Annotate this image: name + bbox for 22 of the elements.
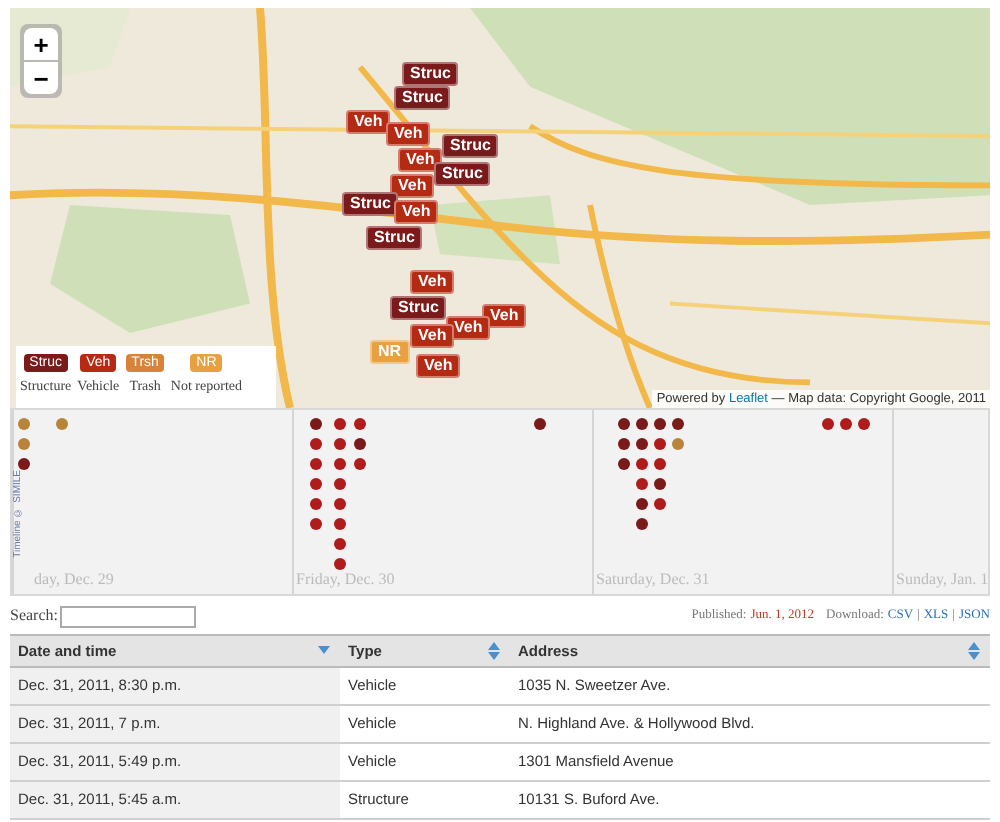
map-marker[interactable]: Veh — [482, 304, 527, 328]
map-marker[interactable]: Veh — [390, 174, 435, 198]
map-marker[interactable]: Veh — [410, 324, 455, 348]
map-marker[interactable]: Veh — [398, 148, 443, 172]
search-field[interactable] — [60, 605, 196, 627]
map-marker[interactable]: Veh — [416, 354, 461, 378]
zoom-in-button[interactable]: + — [24, 28, 58, 60]
map-marker[interactable]: Struc — [442, 134, 499, 158]
map-marker[interactable]: Struc — [366, 226, 423, 250]
map-marker[interactable]: Struc — [342, 192, 399, 216]
sort-icon[interactable] — [966, 642, 982, 660]
map-marker[interactable]: Struc — [390, 296, 447, 320]
sort-icon[interactable] — [486, 642, 502, 660]
map-marker[interactable]: Struc — [434, 162, 491, 186]
map-marker[interactable]: Struc — [402, 62, 459, 86]
map-marker[interactable]: Struc — [394, 86, 451, 110]
map-marker[interactable]: Veh — [410, 270, 455, 294]
zoom-out-button[interactable]: − — [24, 62, 58, 94]
map-marker[interactable]: Veh — [394, 200, 439, 224]
map-marker[interactable]: Veh — [386, 122, 431, 146]
map-marker[interactable]: Veh — [346, 110, 391, 134]
search-label: Search: — [10, 604, 58, 628]
